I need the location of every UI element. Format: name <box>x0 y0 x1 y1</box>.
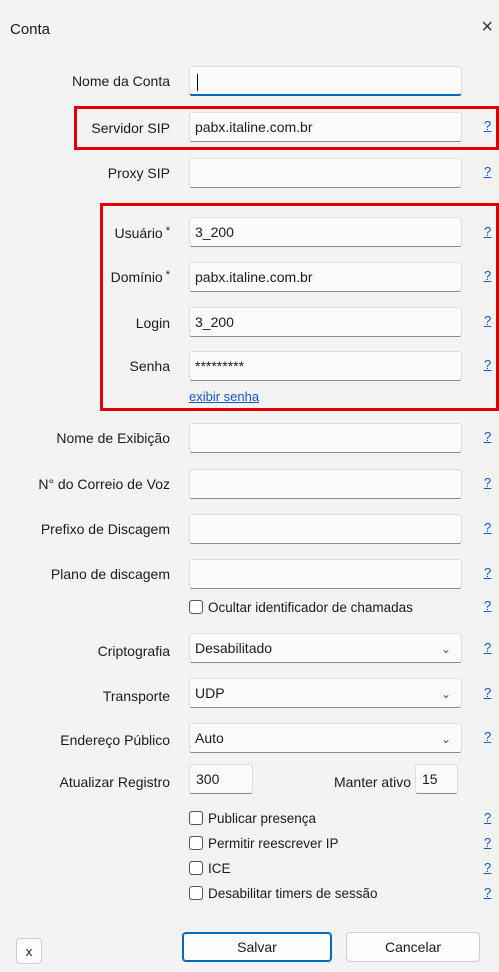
transporte-label: Transporte <box>102 688 170 704</box>
prefixo-input[interactable] <box>189 514 462 544</box>
reescrever-ip-label: Permitir reescrever IP <box>208 835 339 851</box>
usuario-input[interactable]: 3_200 <box>189 217 462 247</box>
correio-voz-help[interactable]: ? <box>484 475 491 490</box>
endereco-publico-help[interactable]: ? <box>484 729 491 744</box>
chevron-down-icon: ⌄ <box>440 732 451 746</box>
atualizar-registro-input[interactable]: 300 <box>189 764 253 794</box>
usuario-label-text: Usuário <box>114 225 163 241</box>
criptografia-label: Criptografia <box>97 643 170 659</box>
endereco-publico-select[interactable]: Auto ⌄ <box>189 723 462 753</box>
nome-exibicao-label: Nome de Exibição <box>56 430 170 446</box>
endereco-publico-value: Auto <box>195 730 224 746</box>
servidor-sip-label: Servidor SIP <box>91 120 170 136</box>
proxy-sip-input[interactable] <box>189 158 462 188</box>
nome-conta-input[interactable] <box>189 66 462 96</box>
dominio-help[interactable]: ? <box>484 268 491 283</box>
ocultar-checkbox-box[interactable] <box>189 600 203 614</box>
senha-label: Senha <box>129 358 170 374</box>
servidor-sip-input[interactable]: pabx.italine.com.br <box>189 112 462 142</box>
dominio-required-mark: * <box>165 269 170 281</box>
exibir-senha-link[interactable]: exibir senha <box>189 389 259 404</box>
plano-input[interactable] <box>189 559 462 589</box>
reescrever-ip-checkbox[interactable]: Permitir reescrever IP <box>189 833 339 853</box>
publicar-presenca-checkbox[interactable]: Publicar presença <box>189 808 316 828</box>
nome-exibicao-input[interactable] <box>189 423 462 453</box>
x-button[interactable]: x <box>16 938 42 964</box>
publicar-presenca-label: Publicar presença <box>208 810 317 826</box>
ocultar-checkbox-label: Ocultar identificador de chamadas <box>208 599 413 615</box>
reescrever-ip-box[interactable] <box>189 836 203 850</box>
usuario-label: Usuário * <box>114 225 170 241</box>
nome-exibicao-help[interactable]: ? <box>484 429 491 444</box>
plano-help[interactable]: ? <box>484 565 491 580</box>
login-label: Login <box>135 315 170 331</box>
ice-help[interactable]: ? <box>484 860 491 875</box>
cancelar-button[interactable]: Cancelar <box>346 932 480 962</box>
text-caret <box>197 73 198 91</box>
usuario-required-mark: * <box>165 225 170 237</box>
prefixo-help[interactable]: ? <box>484 520 491 535</box>
close-icon[interactable]: × <box>481 16 493 39</box>
senha-input[interactable]: ********* <box>189 351 462 381</box>
ocultar-help[interactable]: ? <box>484 598 491 613</box>
chevron-down-icon: ⌄ <box>440 642 451 656</box>
manter-ativo-label: Manter ativo <box>333 774 411 790</box>
prefixo-label: Prefixo de Discagem <box>40 521 170 537</box>
ice-checkbox[interactable]: ICE <box>189 858 231 878</box>
criptografia-help[interactable]: ? <box>484 640 491 655</box>
title-bar: Conta × <box>0 0 499 62</box>
transporte-select[interactable]: UDP ⌄ <box>189 678 462 708</box>
dominio-input[interactable]: pabx.italine.com.br <box>189 262 462 292</box>
senha-help[interactable]: ? <box>484 357 491 372</box>
plano-label: Plano de discagem <box>50 566 170 582</box>
ice-label: ICE <box>208 860 231 876</box>
reescrever-help[interactable]: ? <box>484 835 491 850</box>
proxy-sip-help[interactable]: ? <box>484 164 491 179</box>
criptografia-select[interactable]: Desabilitado ⌄ <box>189 633 462 663</box>
nome-conta-label: Nome da Conta <box>71 73 170 89</box>
timers-label: Desabilitar timers de sessão <box>208 885 378 901</box>
correio-voz-input[interactable] <box>189 469 462 499</box>
ice-box[interactable] <box>189 861 203 875</box>
manter-ativo-input[interactable]: 15 <box>415 764 458 794</box>
timers-checkbox[interactable]: Desabilitar timers de sessão <box>189 883 378 903</box>
usuario-help[interactable]: ? <box>484 224 491 239</box>
endereco-publico-label: Endereço Público <box>60 732 170 748</box>
salvar-button[interactable]: Salvar <box>182 932 332 962</box>
publicar-presenca-box[interactable] <box>189 811 203 825</box>
atualizar-registro-label: Atualizar Registro <box>59 774 171 790</box>
servidor-sip-help[interactable]: ? <box>484 118 491 133</box>
correio-voz-label: N° do Correio de Voz <box>38 476 170 492</box>
transporte-value: UDP <box>195 685 225 701</box>
window-title: Conta <box>10 21 51 38</box>
timers-box[interactable] <box>189 886 203 900</box>
chevron-down-icon: ⌄ <box>440 687 451 701</box>
login-input[interactable]: 3_200 <box>189 307 462 337</box>
ocultar-checkbox[interactable]: Ocultar identificador de chamadas <box>189 597 413 617</box>
criptografia-value: Desabilitado <box>195 640 273 656</box>
proxy-sip-label: Proxy SIP <box>107 165 170 181</box>
timers-help[interactable]: ? <box>484 885 491 900</box>
publicar-help[interactable]: ? <box>484 810 491 825</box>
dominio-label-text: Domínio <box>110 269 163 285</box>
dominio-label: Domínio * <box>111 269 170 285</box>
transporte-help[interactable]: ? <box>484 685 491 700</box>
login-help[interactable]: ? <box>484 313 491 328</box>
